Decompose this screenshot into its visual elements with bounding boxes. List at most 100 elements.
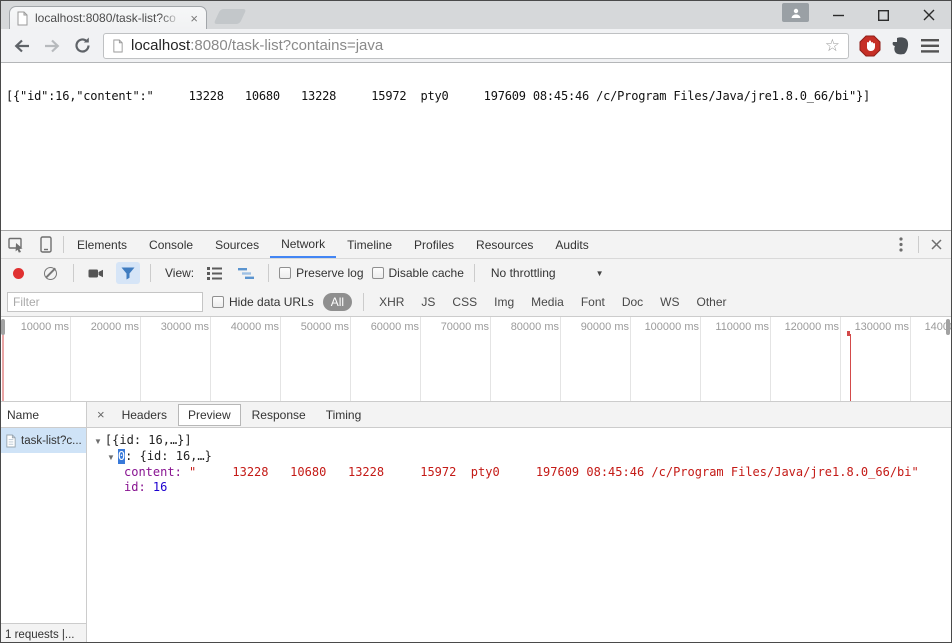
- filter-type-ws[interactable]: WS: [656, 295, 683, 309]
- network-toolbar: View: Preserve log: [1, 259, 951, 287]
- profile-button[interactable]: [782, 3, 809, 22]
- tree-item-node[interactable]: ▼0: {id: 16,…}: [87, 449, 951, 465]
- tab-network[interactable]: Network: [270, 231, 336, 258]
- page-content: [{"id":16,"content":" 13228 10680 13228 …: [1, 63, 951, 230]
- tab-profiles[interactable]: Profiles: [403, 231, 465, 258]
- tab-headers[interactable]: Headers: [113, 405, 176, 425]
- tab-elements[interactable]: Elements: [66, 231, 138, 258]
- filter-type-font[interactable]: Font: [577, 295, 609, 309]
- tab-audits[interactable]: Audits: [544, 231, 599, 258]
- checkbox-icon: [372, 267, 384, 279]
- separator: [918, 236, 919, 253]
- ruler-label: 100000 ms: [639, 321, 699, 333]
- view-label: View:: [165, 266, 194, 280]
- requests-name-column: Name task-list?c... 1 requests |...: [1, 402, 87, 643]
- item-index: 0: [118, 449, 125, 464]
- ruler-label: 120000 ms: [779, 321, 839, 333]
- browser-window: localhost:8080/task-list?co ×: [0, 0, 952, 643]
- property-value-string: " 13228 10680 13228 15972 pty0 197609 08…: [189, 465, 919, 480]
- ruler-label: 50000 ms: [289, 321, 349, 333]
- details-close-icon[interactable]: ×: [91, 407, 111, 422]
- network-filter-bar: Hide data URLs All XHR JS CSS Img Media …: [1, 287, 951, 317]
- navigation-toolbar: localhost:8080/task-list?contains=java ☆: [1, 29, 951, 63]
- overview-left-grippy[interactable]: [1, 319, 5, 335]
- url-text[interactable]: localhost:8080/task-list?contains=java: [131, 37, 818, 54]
- devtools-close-icon: [931, 239, 942, 250]
- ruler-label: 20000 ms: [79, 321, 139, 333]
- new-tab-button[interactable]: [214, 9, 247, 24]
- disable-cache-checkbox[interactable]: Disable cache: [372, 266, 464, 280]
- name-column-header[interactable]: Name: [1, 402, 86, 428]
- tab-console[interactable]: Console: [138, 231, 204, 258]
- filter-type-doc[interactable]: Doc: [618, 295, 647, 309]
- devtools-menu-button[interactable]: [886, 231, 916, 258]
- ruler-label: 40000 ms: [219, 321, 279, 333]
- network-overview[interactable]: 10000 ms 20000 ms 30000 ms 40000 ms 5000…: [1, 317, 951, 402]
- filter-type-media[interactable]: Media: [527, 295, 568, 309]
- filter-type-js[interactable]: JS: [417, 295, 439, 309]
- bookmark-star-icon[interactable]: ☆: [825, 36, 840, 56]
- filter-type-all[interactable]: All: [323, 293, 352, 311]
- disable-cache-label: Disable cache: [389, 266, 464, 280]
- device-phone-icon: [40, 236, 52, 253]
- tab-timeline[interactable]: Timeline: [336, 231, 403, 258]
- filter-toggle-button[interactable]: [116, 262, 140, 284]
- tab-timing[interactable]: Timing: [317, 405, 371, 425]
- devtools-close-button[interactable]: [921, 231, 951, 258]
- throttling-select[interactable]: No throttling ▼: [485, 266, 610, 280]
- tree-root-node[interactable]: ▼[{id: 16,…}]: [87, 433, 951, 449]
- filter-type-xhr[interactable]: XHR: [375, 295, 408, 309]
- capture-screenshots-button[interactable]: [84, 262, 108, 284]
- preserve-log-label: Preserve log: [296, 266, 363, 280]
- ruler-label: 10000 ms: [9, 321, 69, 333]
- filter-type-other[interactable]: Other: [693, 295, 731, 309]
- evernote-extension-button[interactable]: [887, 33, 913, 59]
- url-host: localhost: [131, 37, 190, 54]
- waterfall-view-button[interactable]: [234, 262, 258, 284]
- maximize-button[interactable]: [861, 1, 906, 29]
- reload-button[interactable]: [69, 33, 95, 59]
- clear-requests-button[interactable]: [44, 267, 57, 280]
- ruler-label: 60000 ms: [359, 321, 419, 333]
- hamburger-menu-icon: [921, 39, 939, 53]
- filter-type-img[interactable]: Img: [490, 295, 518, 309]
- tab-preview[interactable]: Preview: [178, 404, 241, 426]
- request-details-pane: × Headers Preview Response Timing ▼[{id:…: [87, 402, 951, 643]
- tab-resources[interactable]: Resources: [465, 231, 544, 258]
- close-window-icon: [923, 9, 935, 21]
- back-button[interactable]: [9, 33, 35, 59]
- address-bar[interactable]: localhost:8080/task-list?contains=java ☆: [103, 33, 849, 59]
- details-tabbar: × Headers Preview Response Timing: [87, 402, 951, 428]
- expand-arrow-icon[interactable]: ▼: [107, 450, 115, 465]
- tree-content-property[interactable]: content: " 13228 10680 13228 15972 pty0 …: [87, 465, 951, 480]
- separator: [73, 264, 74, 282]
- browser-menu-button[interactable]: [917, 33, 943, 59]
- property-key: content:: [124, 465, 189, 480]
- hide-data-urls-label: Hide data URLs: [229, 295, 314, 309]
- request-row[interactable]: task-list?c...: [1, 428, 86, 453]
- tab-response[interactable]: Response: [243, 405, 315, 425]
- tabbar-spacer: [600, 231, 886, 258]
- browser-tab[interactable]: localhost:8080/task-list?co ×: [9, 6, 207, 29]
- tab-sources[interactable]: Sources: [204, 231, 270, 258]
- request-start-marker: [2, 335, 4, 401]
- close-window-button[interactable]: [906, 1, 951, 29]
- kebab-menu-icon: [899, 237, 903, 252]
- filter-type-css[interactable]: CSS: [448, 295, 481, 309]
- tree-id-property[interactable]: id: 16: [87, 480, 951, 495]
- camera-icon: [88, 267, 104, 280]
- preserve-log-checkbox[interactable]: Preserve log: [279, 266, 363, 280]
- expand-arrow-icon[interactable]: ▼: [94, 434, 102, 449]
- tab-close-icon[interactable]: ×: [188, 11, 200, 26]
- record-button[interactable]: [13, 268, 24, 279]
- filter-input[interactable]: [7, 292, 203, 312]
- overview-right-grippy[interactable]: [946, 319, 950, 335]
- list-view-button[interactable]: [202, 262, 226, 284]
- inspect-element-button[interactable]: [1, 231, 31, 258]
- minimize-button[interactable]: [816, 1, 861, 29]
- profile-icon: [790, 7, 802, 19]
- device-toolbar-button[interactable]: [31, 231, 61, 258]
- hide-data-urls-checkbox[interactable]: Hide data URLs: [212, 295, 314, 309]
- forward-button[interactable]: [39, 33, 65, 59]
- adblock-extension-button[interactable]: [857, 33, 883, 59]
